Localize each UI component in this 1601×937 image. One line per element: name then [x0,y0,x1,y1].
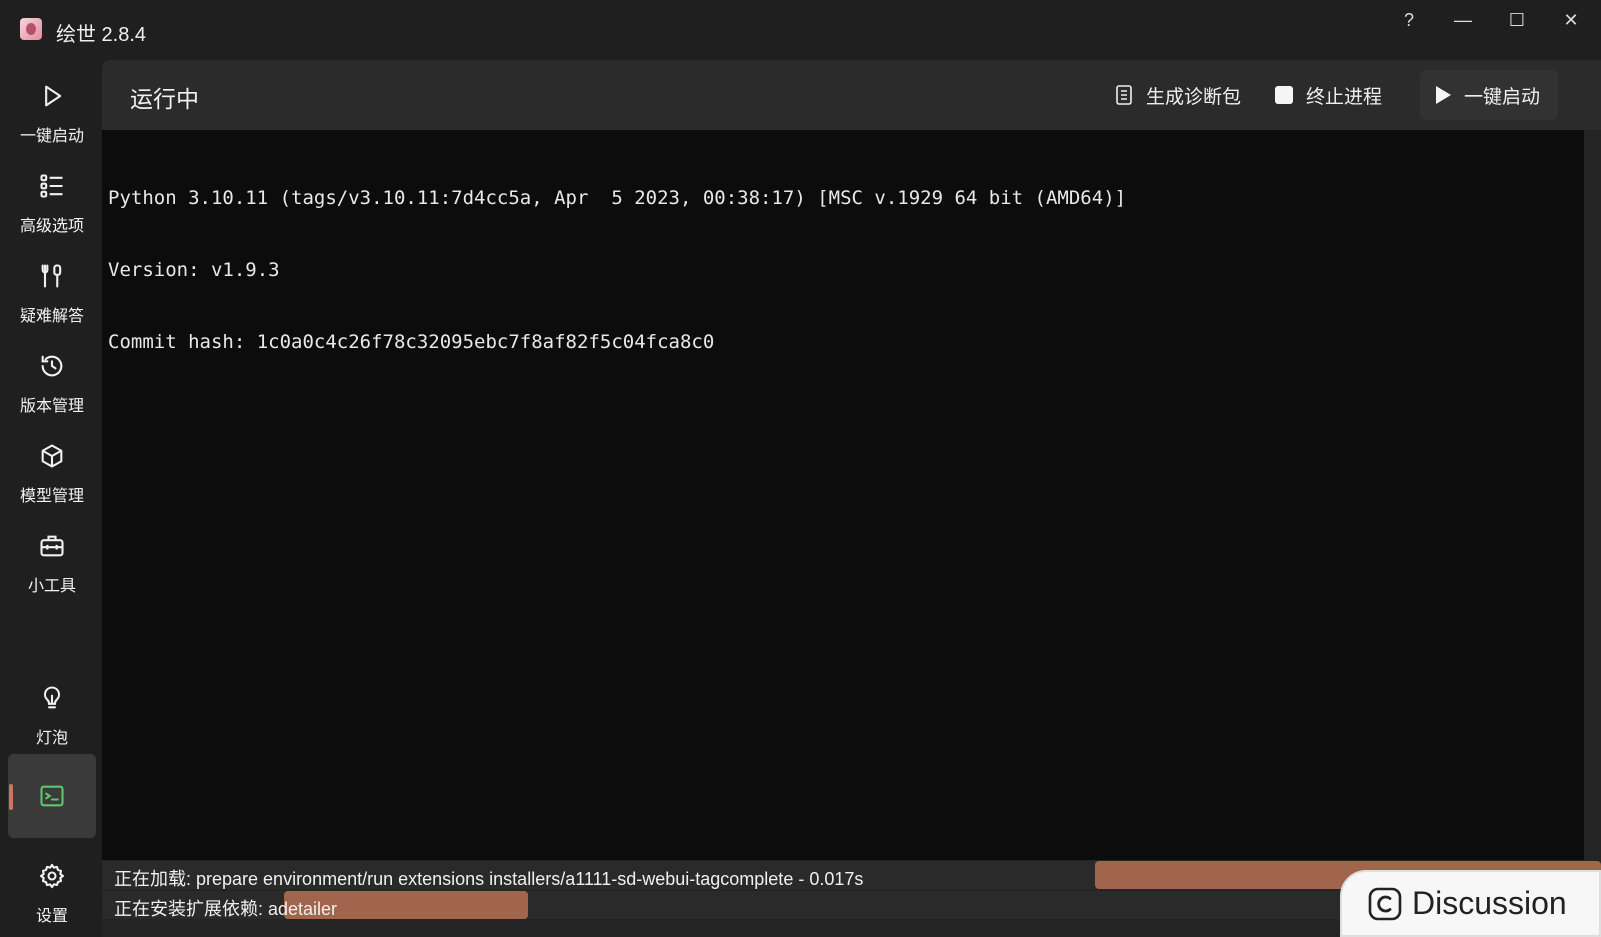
page-title: 运行中 [130,86,199,112]
sidebar-item-label: 一键启动 [19,128,84,145]
gear-icon [39,863,65,889]
sidebar-item-label: 疑难解答 [19,308,84,325]
app-title: 绘世 2.8.4 [56,24,147,46]
sidebar-item-label: 高级选项 [19,218,84,235]
generate-diagnostic-button[interactable]: 生成诊断包 [1100,70,1255,120]
generate-diagnostic-label: 生成诊断包 [1146,86,1242,108]
main-panel: 运行中 生成诊断包 终止进程 一键启动 Python 3.10.11 (tags… [102,60,1601,937]
toolbox-icon [40,535,64,557]
tools-icon [41,264,62,288]
stop-process-button[interactable]: 终止进程 [1260,70,1396,120]
close-button[interactable]: ✕ [1548,6,1594,34]
sidebar-item-console[interactable] [8,754,96,838]
loading-status-text: 正在加载: prepare environment/run extensions… [114,869,864,889]
sidebar-item-label: 设置 [35,908,68,925]
console-header: 运行中 生成诊断包 终止进程 一键启动 [102,60,1601,130]
one-click-launch-button[interactable]: 一键启动 [1420,70,1558,120]
install-status-text: 正在安装扩展依赖: adetailer [114,899,338,919]
console-line: Commit hash: 1c0a0c4c26f78c32095ebc7f8af… [108,331,715,353]
sidebar-item-tools[interactable]: 小工具 [8,516,96,600]
help-button[interactable]: ? [1386,6,1432,34]
sidebar-item-models[interactable]: 模型管理 [8,426,96,510]
minimize-button[interactable]: — [1440,6,1486,34]
sidebar-item-advanced[interactable]: 高级选项 [8,156,96,240]
sidebar-item-lightbulb[interactable]: 灯泡 [8,668,96,752]
document-icon [1116,85,1132,105]
terminal-icon [40,785,64,807]
active-indicator [9,784,13,810]
sidebar-item-launch[interactable]: 一键启动 [8,66,96,150]
copyright-c-icon [1368,887,1402,920]
stop-process-label: 终止进程 [1306,86,1383,108]
maximize-button[interactable]: ☐ [1494,6,1540,34]
list-icon [40,174,63,198]
sidebar-item-label: 版本管理 [19,398,84,415]
sidebar: 一键启动 高级选项 疑难解答 版本管理 模型管理 小工具 灯泡 设置 [0,60,102,937]
lightbulb-icon [43,686,61,709]
play-filled-icon [1436,86,1451,104]
sidebar-item-troubleshoot[interactable]: 疑难解答 [8,246,96,330]
play-icon [45,85,62,107]
one-click-launch-label: 一键启动 [1464,86,1541,108]
discussion-button[interactable]: Discussion [1340,870,1601,937]
console-output[interactable]: Python 3.10.11 (tags/v3.10.11:7d4cc5a, A… [102,130,1584,860]
console-line: Python 3.10.11 (tags/v3.10.11:7d4cc5a, A… [108,187,1127,209]
console-line: Version: v1.9.3 [108,259,280,281]
sidebar-item-label: 模型管理 [19,488,84,505]
title-bar: 绘世 2.8.4 ? — ☐ ✕ [0,0,1601,60]
discussion-label: Discussion [1412,885,1567,921]
sidebar-item-settings[interactable]: 设置 [8,846,96,930]
stop-icon [1275,86,1293,104]
cube-icon [41,444,63,468]
sidebar-item-label: 灯泡 [35,730,68,747]
sidebar-item-versions[interactable]: 版本管理 [8,336,96,420]
app-logo-icon [20,18,42,40]
history-icon [41,355,63,377]
sidebar-item-label: 小工具 [27,578,76,595]
